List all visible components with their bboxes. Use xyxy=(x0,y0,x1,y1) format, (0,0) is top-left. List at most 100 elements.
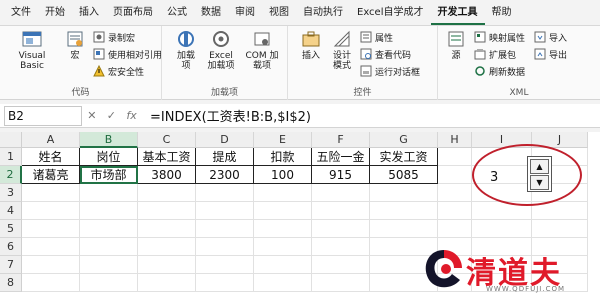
row-header-1[interactable]: 1 xyxy=(0,148,22,166)
cell-E3[interactable] xyxy=(254,184,312,202)
row-header-5[interactable]: 5 xyxy=(0,220,22,238)
cell-G2[interactable]: 5085 xyxy=(370,166,438,184)
cell-C6[interactable] xyxy=(138,238,196,256)
cell-E8[interactable] xyxy=(254,274,312,292)
tab-4[interactable]: 公式 xyxy=(160,3,194,25)
record-macro-button[interactable]: 录制宏 xyxy=(93,30,135,44)
run-dialog-button[interactable]: 运行对话框 xyxy=(360,64,420,78)
cell-C1[interactable]: 基本工资 xyxy=(138,148,196,166)
cell-F7[interactable] xyxy=(312,256,370,274)
cell-F4[interactable] xyxy=(312,202,370,220)
excel-addins-button[interactable]: Excel加载项 xyxy=(204,29,238,71)
addins-button[interactable]: 加载项 xyxy=(172,29,200,71)
tab-5[interactable]: 数据 xyxy=(194,3,228,25)
cell-F6[interactable] xyxy=(312,238,370,256)
tab-3[interactable]: 页面布局 xyxy=(106,3,160,25)
column-header-H[interactable]: H xyxy=(438,132,472,148)
cell-E2[interactable]: 100 xyxy=(254,166,312,184)
row-header-4[interactable]: 4 xyxy=(0,202,22,220)
tab-1[interactable]: 开始 xyxy=(38,3,72,25)
cell-A2[interactable]: 诸葛亮 xyxy=(22,166,80,184)
column-header-F[interactable]: F xyxy=(312,132,370,148)
cell-B1[interactable]: 岗位 xyxy=(80,148,138,166)
select-all-corner[interactable] xyxy=(0,132,22,148)
xml-source-button[interactable]: 源 xyxy=(444,29,468,61)
tab-11[interactable]: 帮助 xyxy=(485,3,519,25)
cell-E7[interactable] xyxy=(254,256,312,274)
macros-button[interactable]: 宏 xyxy=(62,29,88,61)
cell-G5[interactable] xyxy=(370,220,438,238)
cell-B4[interactable] xyxy=(80,202,138,220)
cell-E5[interactable] xyxy=(254,220,312,238)
column-header-E[interactable]: E xyxy=(254,132,312,148)
cell-B3[interactable] xyxy=(80,184,138,202)
visual-basic-button[interactable]: Visual Basic xyxy=(8,29,56,71)
import-button[interactable]: 导入 xyxy=(534,30,567,44)
column-header-D[interactable]: D xyxy=(196,132,254,148)
cell-A1[interactable]: 姓名 xyxy=(22,148,80,166)
cell-B5[interactable] xyxy=(80,220,138,238)
map-properties-button[interactable]: 映射属性 xyxy=(474,30,525,44)
tab-10[interactable]: 开发工具 xyxy=(430,3,485,25)
cell-C8[interactable] xyxy=(138,274,196,292)
cell-D6[interactable] xyxy=(196,238,254,256)
row-header-6[interactable]: 6 xyxy=(0,238,22,256)
cell-D2[interactable]: 2300 xyxy=(196,166,254,184)
column-header-A[interactable]: A xyxy=(22,132,80,148)
tab-2[interactable]: 插入 xyxy=(72,3,106,25)
cell-C3[interactable] xyxy=(138,184,196,202)
cell-C5[interactable] xyxy=(138,220,196,238)
cell-A4[interactable] xyxy=(22,202,80,220)
cell-H3[interactable] xyxy=(438,184,472,202)
cell-D8[interactable] xyxy=(196,274,254,292)
macro-security-button[interactable]: 宏安全性 xyxy=(93,64,144,78)
properties-button[interactable]: 属性 xyxy=(360,30,393,44)
cell-A5[interactable] xyxy=(22,220,80,238)
cell-A6[interactable] xyxy=(22,238,80,256)
insert-control-button[interactable]: 插入 xyxy=(296,29,326,61)
row-header-2[interactable]: 2 xyxy=(0,166,22,184)
column-header-B[interactable]: B xyxy=(80,132,138,148)
cell-B2[interactable]: 市场部 xyxy=(80,166,138,184)
cell-E6[interactable] xyxy=(254,238,312,256)
row-header-7[interactable]: 7 xyxy=(0,256,22,274)
tab-8[interactable]: 自动执行 xyxy=(296,3,350,25)
tab-9[interactable]: Excel自学成才 xyxy=(350,3,431,25)
cell-E1[interactable]: 扣款 xyxy=(254,148,312,166)
cell-H4[interactable] xyxy=(438,202,472,220)
row-header-8[interactable]: 8 xyxy=(0,274,22,292)
cell-F8[interactable] xyxy=(312,274,370,292)
cell-D3[interactable] xyxy=(196,184,254,202)
cell-H1[interactable] xyxy=(438,148,472,166)
view-code-button[interactable]: 查看代码 xyxy=(360,47,411,61)
cell-C4[interactable] xyxy=(138,202,196,220)
expansion-packs-button[interactable]: 扩展包 xyxy=(474,47,516,61)
cell-E4[interactable] xyxy=(254,202,312,220)
tab-7[interactable]: 视图 xyxy=(262,3,296,25)
cell-J5[interactable] xyxy=(532,220,588,238)
insert-function-icon[interactable]: fx xyxy=(126,109,136,122)
cell-D4[interactable] xyxy=(196,202,254,220)
name-box[interactable]: B2 xyxy=(4,105,82,126)
cell-I5[interactable] xyxy=(472,220,532,238)
cell-B6[interactable] xyxy=(80,238,138,256)
cell-A8[interactable] xyxy=(22,274,80,292)
cell-B7[interactable] xyxy=(80,256,138,274)
cell-G1[interactable]: 实发工资 xyxy=(370,148,438,166)
com-addins-button[interactable]: COM 加载项 xyxy=(242,29,282,71)
cell-F1[interactable]: 五险一金 xyxy=(312,148,370,166)
cell-F5[interactable] xyxy=(312,220,370,238)
relative-refs-button[interactable]: 使用相对引用 xyxy=(93,47,162,61)
cell-F3[interactable] xyxy=(312,184,370,202)
cell-A7[interactable] xyxy=(22,256,80,274)
row-header-3[interactable]: 3 xyxy=(0,184,22,202)
cell-F2[interactable]: 915 xyxy=(312,166,370,184)
cell-D5[interactable] xyxy=(196,220,254,238)
enter-icon[interactable]: ✓ xyxy=(107,109,116,122)
cell-C2[interactable]: 3800 xyxy=(138,166,196,184)
cell-D1[interactable]: 提成 xyxy=(196,148,254,166)
export-button[interactable]: 导出 xyxy=(534,47,567,61)
formula-input[interactable]: =INDEX(工资表!B:B,$I$2) xyxy=(142,106,311,125)
cell-H5[interactable] xyxy=(438,220,472,238)
column-header-C[interactable]: C xyxy=(138,132,196,148)
